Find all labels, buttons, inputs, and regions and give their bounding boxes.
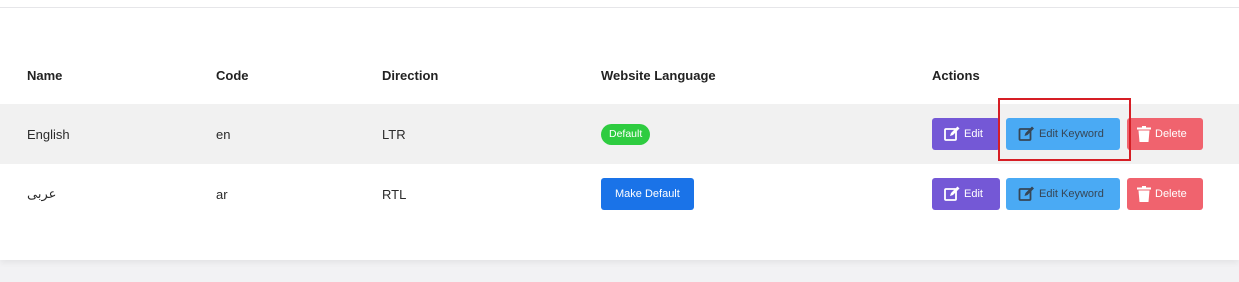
languages-card: Name Code Direction Website Language Act…: [0, 0, 1239, 260]
edit-keyword-label: Edit Keyword: [1039, 188, 1104, 200]
edit-button[interactable]: Edit: [932, 178, 1000, 210]
edit-icon: [944, 186, 960, 201]
edit-icon: [944, 126, 960, 141]
default-badge: Default: [601, 123, 651, 145]
table-row: عربى ar RTL Make Default Edit Edit Keywo…: [0, 164, 1239, 224]
delete-label: Delete: [1155, 188, 1187, 200]
delete-button[interactable]: Delete: [1127, 178, 1203, 210]
edit-label: Edit: [964, 128, 983, 140]
table-header: Name Code Direction Website Language Act…: [0, 56, 1239, 94]
highlight-box: [998, 98, 1131, 161]
language-name: عربى: [27, 186, 57, 201]
edit-keyword-button[interactable]: Edit Keyword: [1006, 178, 1120, 210]
header-name: Name: [27, 67, 63, 83]
website-language-cell: Default: [601, 104, 651, 164]
language-direction: LTR: [382, 126, 406, 142]
header-direction: Direction: [382, 67, 439, 83]
language-direction: RTL: [382, 186, 407, 202]
language-name: English: [27, 126, 70, 142]
edit-label: Edit: [964, 188, 983, 200]
top-divider: [0, 7, 1239, 8]
header-code: Code: [216, 67, 249, 83]
website-language-cell: Make Default: [601, 164, 694, 224]
language-code: en: [216, 126, 231, 142]
language-code: ar: [216, 186, 228, 202]
trash-icon: [1137, 186, 1151, 202]
delete-label: Delete: [1155, 128, 1187, 140]
edit-button[interactable]: Edit: [932, 118, 1000, 150]
trash-icon: [1137, 126, 1151, 142]
make-default-button[interactable]: Make Default: [601, 178, 694, 210]
edit-icon: [1018, 186, 1034, 201]
header-actions: Actions: [932, 67, 980, 83]
delete-button[interactable]: Delete: [1127, 118, 1203, 150]
header-website-language: Website Language: [601, 67, 716, 83]
